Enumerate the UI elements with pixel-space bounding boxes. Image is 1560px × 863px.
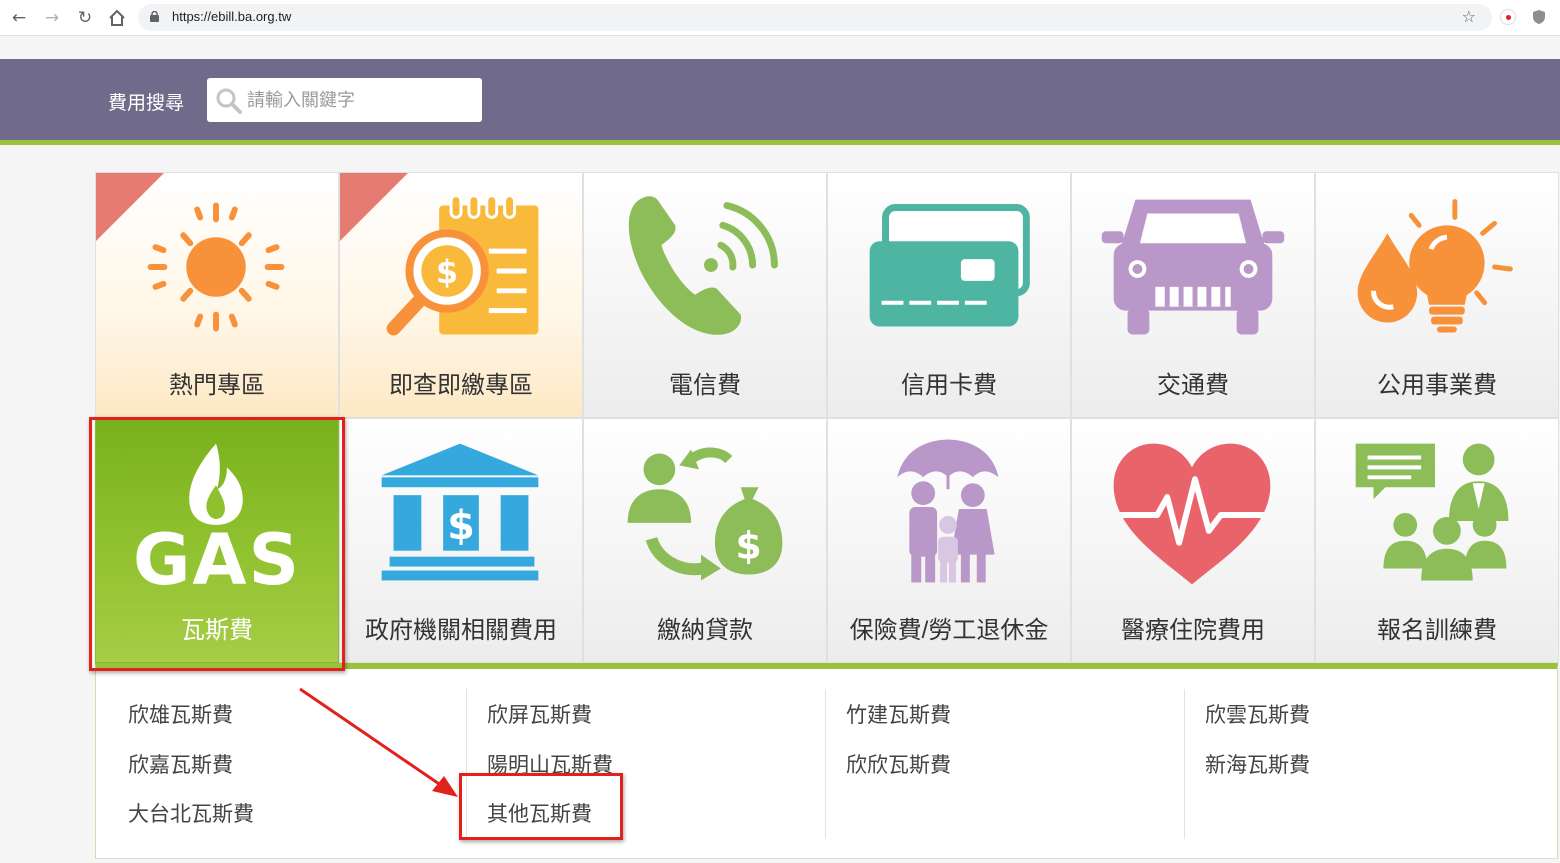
home-icon[interactable] [106,7,128,29]
tile-label: 保險費/勞工退休金 [849,617,1049,644]
tile-label: 報名訓練費 [1377,617,1497,644]
forward-icon[interactable]: → [41,7,63,29]
gas-link-xinyun[interactable]: 欣雲瓦斯費 [1205,699,1310,729]
tile-medical[interactable]: 醫療住院費用 [1071,418,1315,663]
browser-toolbar: ← → ↻ https://ebill.ba.org.tw ☆ [0,0,1560,36]
tile-insurance[interactable]: 保險費/勞工退休金 [827,418,1071,663]
svg-text:$: $ [447,503,475,549]
tile-label: 公用事業費 [1377,372,1497,399]
tile-telecom[interactable]: 電信費 [583,172,827,418]
family-umbrella-icon [897,439,999,583]
gas-link-xinxiong[interactable]: 欣雄瓦斯費 [128,699,233,729]
column-divider [825,689,826,839]
gas-link-zhujian[interactable]: 竹建瓦斯費 [846,699,951,729]
tile-label: 醫療住院費用 [1121,617,1265,644]
lock-icon [150,11,159,22]
gas-link-great-taipei[interactable]: 大台北瓦斯費 [128,798,254,828]
search-icon [216,88,242,114]
shield-extension-icon[interactable] [1531,9,1547,25]
extension-icon[interactable] [1500,9,1516,25]
gas-link-xinjia[interactable]: 欣嘉瓦斯費 [128,749,233,779]
next-row-edge [95,858,1558,863]
tile-label: 信用卡費 [901,372,997,399]
tile-label: 政府機關相關費用 [365,617,557,644]
tile-credit-card[interactable]: 信用卡費 [827,172,1071,418]
highlight-box-other-gas [459,773,623,840]
tile-label: 繳納貸款 [657,617,753,644]
reload-icon[interactable]: ↻ [74,7,96,29]
gas-submenu: 欣雄瓦斯費 欣嘉瓦斯費 大台北瓦斯費 欣屏瓦斯費 陽明山瓦斯費 其他瓦斯費 竹建… [95,663,1558,859]
tile-training[interactable]: 報名訓練費 [1315,418,1559,663]
tile-label: 電信費 [669,372,741,399]
water-bulb-icon [1357,199,1513,333]
search-label: 費用搜尋 [108,93,185,114]
training-people-icon [1355,443,1509,581]
back-icon[interactable]: ← [8,7,30,29]
search-input[interactable] [247,86,475,114]
sun-icon [147,202,285,332]
tile-government[interactable]: $ 政府機關相關費用 [339,418,583,663]
address-bar[interactable]: https://ebill.ba.org.tw ☆ [138,4,1492,31]
bookmark-star-icon[interactable]: ☆ [1462,7,1476,26]
car-icon [1101,199,1285,335]
svg-text:$: $ [736,524,762,568]
tile-label: 熱門專區 [169,372,265,399]
tile-instant-pay[interactable]: $ 即查即繳專區 [339,172,583,418]
heart-pulse-icon [1113,443,1271,585]
tile-label: 即查即繳專區 [389,372,533,399]
bill-search-icon: $ [386,194,539,336]
column-divider [1184,689,1185,839]
url-text: https://ebill.ba.org.tw [172,9,292,24]
header-accent-line [0,140,1560,145]
search-box[interactable] [207,78,482,122]
gas-link-xinhai[interactable]: 新海瓦斯費 [1205,749,1310,779]
phone-icon [628,196,778,335]
tile-loan[interactable]: $ 繳納貸款 [583,418,827,663]
tile-label: 交通費 [1157,372,1229,399]
government-building-icon: $ [381,443,539,581]
gas-link-xinxin[interactable]: 欣欣瓦斯費 [846,749,951,779]
gas-link-xinping[interactable]: 欣屏瓦斯費 [487,699,592,729]
svg-text:$: $ [436,255,458,291]
tile-transport[interactable]: 交通費 [1071,172,1315,418]
credit-card-icon [869,204,1030,327]
tile-utilities[interactable]: 公用事業費 [1315,172,1559,418]
highlight-box-gas [89,417,345,671]
tile-hot-zone[interactable]: 熱門專區 [95,172,339,418]
loan-cycle-icon: $ [627,447,783,581]
